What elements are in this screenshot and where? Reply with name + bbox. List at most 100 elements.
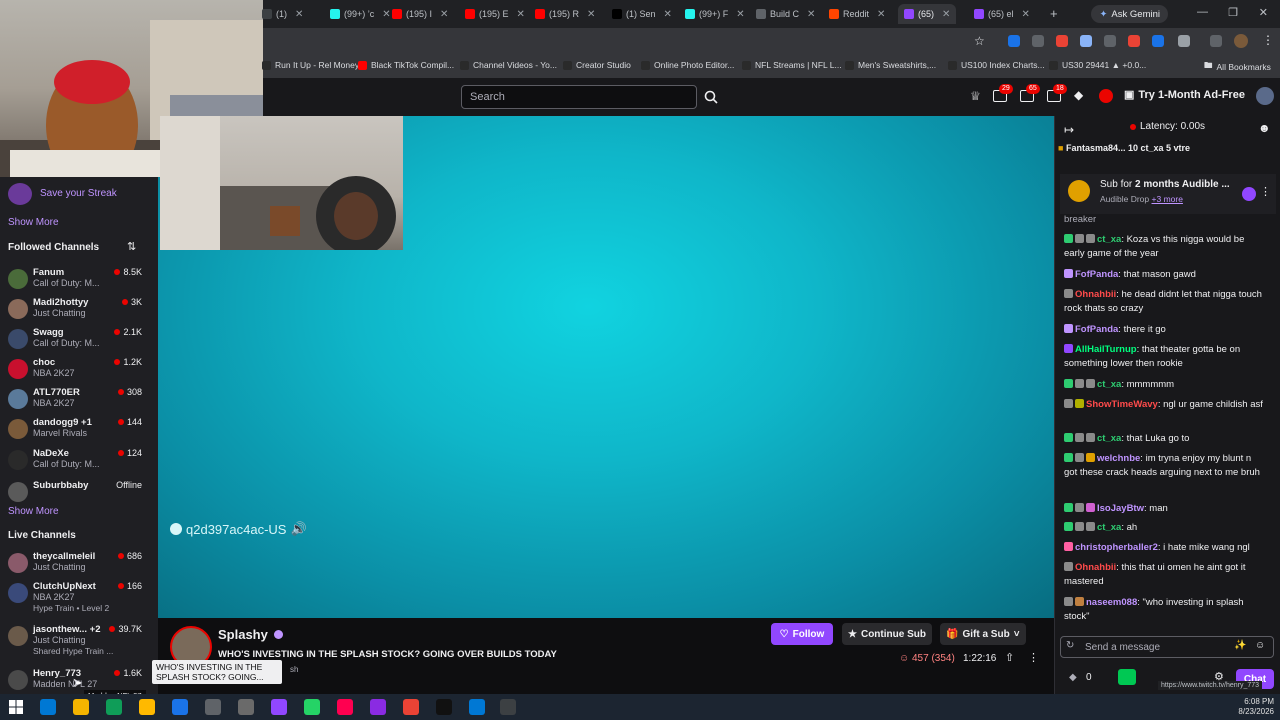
close-tab-icon[interactable]: ✕ bbox=[382, 9, 390, 20]
chat-username[interactable]: Ohnahbii bbox=[1075, 562, 1116, 573]
sidebar-channel-suburbbaby[interactable]: Suburbbaby Offline bbox=[8, 480, 144, 504]
browser-tab[interactable]: (99+) ’c ✕ bbox=[330, 4, 391, 24]
extension-icon[interactable] bbox=[1104, 35, 1116, 47]
bookmark-item[interactable]: Black TikTok Compil... bbox=[358, 60, 454, 70]
close-tab-icon[interactable]: ✕ bbox=[295, 9, 303, 20]
close-tab-icon[interactable]: ✕ bbox=[517, 9, 525, 20]
chat-username[interactable]: naseem088 bbox=[1086, 597, 1137, 608]
search-input[interactable]: Search bbox=[461, 85, 697, 109]
save-streak-link[interactable]: Save your Streak bbox=[40, 188, 117, 199]
taskbar-app-icon[interactable] bbox=[403, 699, 419, 715]
extension-icon[interactable] bbox=[1210, 35, 1222, 47]
bookmark-item[interactable]: US30 29441 ▲ +0.0... bbox=[1049, 60, 1146, 70]
pinned-sub-banner[interactable]: Sub for 2 months Audible ... Audible Dro… bbox=[1060, 174, 1276, 214]
taskbar-app-icon[interactable] bbox=[469, 699, 485, 715]
taskbar-app-icon[interactable] bbox=[172, 699, 188, 715]
chat-username[interactable]: christopherballer2 bbox=[1075, 542, 1158, 553]
smiley-icon[interactable]: ☺ bbox=[1255, 640, 1265, 651]
new-tab-button[interactable]: + bbox=[1050, 6, 1058, 21]
browser-tab[interactable]: Reddit ✕ bbox=[829, 4, 885, 24]
chat-username[interactable]: ShowTimeWavy bbox=[1086, 399, 1158, 410]
sidebar-channel-swagg[interactable]: Swagg Call of Duty: M... 2.1K bbox=[8, 327, 144, 351]
sidebar-channel-choc[interactable]: choc NBA 2K27 1.2K bbox=[8, 357, 144, 381]
all-bookmarks-button[interactable]: 🖿 All Bookmarks bbox=[1204, 60, 1271, 74]
taskbar-app-icon[interactable] bbox=[205, 699, 221, 715]
gift-sub-button[interactable]: 🎁 Gift a Sub ˅ bbox=[940, 623, 1026, 645]
chat-username[interactable]: ct_xa bbox=[1097, 522, 1121, 533]
taskbar-app-icon[interactable] bbox=[106, 699, 122, 715]
try-ad-free-button[interactable]: ▣ Try 1-Month Ad-Free bbox=[1124, 88, 1245, 102]
user-avatar[interactable] bbox=[1256, 87, 1274, 105]
chat-username[interactable]: ct_xa bbox=[1097, 433, 1121, 444]
extension-icon[interactable] bbox=[1008, 35, 1020, 47]
close-tab-icon[interactable]: ✕ bbox=[587, 9, 595, 20]
taskbar-app-icon[interactable] bbox=[337, 699, 353, 715]
system-clock[interactable]: 6:08 PM 8/23/2026 bbox=[1238, 697, 1274, 717]
crown-icon[interactable]: ♕ bbox=[970, 89, 981, 103]
bookmark-item[interactable]: Men's Sweatshirts,... bbox=[845, 60, 936, 70]
browser-tab[interactable]: (195) R ✕ bbox=[535, 4, 595, 24]
sidebar-channel-jasonthew-2[interactable]: jasonthew... +2 Just Chatting 39.7K Shared … bbox=[8, 624, 144, 656]
bonus-chest-icon[interactable] bbox=[1118, 669, 1136, 685]
taskbar-app-icon[interactable] bbox=[436, 699, 452, 715]
browser-tab[interactable]: (1) ✕ bbox=[262, 4, 303, 24]
chat-username[interactable]: Ohnahbii bbox=[1075, 289, 1116, 300]
browser-tab[interactable]: (195) I ✕ bbox=[392, 4, 448, 24]
chat-username[interactable]: IsoJayBtw bbox=[1097, 503, 1144, 514]
channel-points-icon[interactable]: ◆ bbox=[1069, 672, 1077, 683]
users-icon[interactable]: ☻ bbox=[1258, 121, 1271, 135]
browser-tab[interactable]: (99+) F ✕ bbox=[685, 4, 745, 24]
browser-tab[interactable]: (1) Sen ✕ bbox=[612, 4, 672, 24]
taskbar-app-icon[interactable] bbox=[370, 699, 386, 715]
sidebar-channel-clutchupnext[interactable]: ClutchUpNext NBA 2K27 166 Hype Train • Leve… bbox=[8, 581, 144, 613]
profile-avatar[interactable] bbox=[1234, 34, 1248, 48]
chat-username[interactable]: ct_xa bbox=[1097, 234, 1121, 245]
pinned-more-link[interactable]: +3 more bbox=[1152, 194, 1183, 204]
taskbar-app-icon[interactable] bbox=[271, 699, 287, 715]
taskbar-app-icon[interactable] bbox=[238, 699, 254, 715]
emote-picker-icon[interactable]: ↻ bbox=[1066, 640, 1074, 651]
search-button[interactable] bbox=[700, 85, 722, 109]
chat-username[interactable]: welchnbe bbox=[1097, 453, 1140, 464]
chat-username[interactable]: AllHailTurnup bbox=[1075, 344, 1137, 355]
close-tab-icon[interactable]: ✕ bbox=[942, 9, 950, 20]
gift-icon[interactable] bbox=[1242, 187, 1256, 201]
more-options-icon[interactable]: ⋮ bbox=[1260, 185, 1271, 198]
browser-tab[interactable]: (195) E ✕ bbox=[465, 4, 525, 24]
bookmark-star-icon[interactable]: ☆ bbox=[974, 34, 985, 48]
taskbar-app-icon[interactable] bbox=[139, 699, 155, 715]
continue-sub-button[interactable]: ★ Continue Sub bbox=[842, 623, 932, 645]
sidebar-channel-henry-773[interactable]: Henry_773 Madden NFL 27 1.6K bbox=[8, 668, 144, 692]
close-tab-icon[interactable]: ✕ bbox=[807, 9, 815, 20]
sidebar-channel-theycallmeleil[interactable]: theycallmeleil Just Chatting 686 bbox=[8, 551, 144, 575]
bookmark-item[interactable]: US100 Index Charts... bbox=[948, 60, 1045, 70]
sidebar-channel-atl770er[interactable]: ATL770ER NBA 2K27 308 bbox=[8, 387, 144, 411]
windows-start-icon[interactable] bbox=[8, 699, 24, 715]
close-tab-icon[interactable]: ✕ bbox=[664, 9, 672, 20]
sidebar-channel-nadexe[interactable]: NaDeXe Call of Duty: M... 124 bbox=[8, 448, 144, 472]
show-more-button[interactable]: Show More bbox=[8, 506, 59, 517]
close-tab-icon[interactable]: ✕ bbox=[440, 9, 448, 20]
extension-icon[interactable] bbox=[1032, 35, 1044, 47]
close-tab-icon[interactable]: ✕ bbox=[1022, 9, 1030, 20]
close-window-button[interactable]: ✕ bbox=[1259, 6, 1268, 19]
extension-icon[interactable] bbox=[1056, 35, 1068, 47]
chat-username[interactable]: FofPanda bbox=[1075, 269, 1118, 280]
collapse-chat-icon[interactable]: ↦ bbox=[1064, 123, 1074, 137]
share-icon[interactable]: ⇧ bbox=[1005, 651, 1014, 664]
show-more-button[interactable]: Show More bbox=[8, 217, 59, 228]
minimize-window-button[interactable]: — bbox=[1197, 6, 1208, 18]
browser-tab[interactable]: (65) el ✕ bbox=[974, 4, 1030, 24]
restore-window-button[interactable]: ❐ bbox=[1228, 6, 1238, 19]
extension-icon[interactable] bbox=[1178, 35, 1190, 47]
bookmark-item[interactable]: NFL Streams | NFL L... bbox=[742, 60, 842, 70]
close-tab-icon[interactable]: ✕ bbox=[736, 9, 744, 20]
ask-gemini-button[interactable]: ✦ Ask Gemini bbox=[1091, 5, 1168, 23]
sidebar-channel-madi2hottyy[interactable]: Madi2hottyy Just Chatting 3K bbox=[8, 297, 144, 321]
follow-button[interactable]: ♡ Follow bbox=[771, 623, 833, 645]
taskbar-app-icon[interactable] bbox=[304, 699, 320, 715]
taskbar-app-icon[interactable] bbox=[73, 699, 89, 715]
sidebar-channel-fanum[interactable]: Fanum Call of Duty: M... 8.5K bbox=[8, 267, 144, 291]
close-tab-icon[interactable]: ✕ bbox=[877, 9, 885, 20]
taskbar-app-icon[interactable] bbox=[40, 699, 56, 715]
